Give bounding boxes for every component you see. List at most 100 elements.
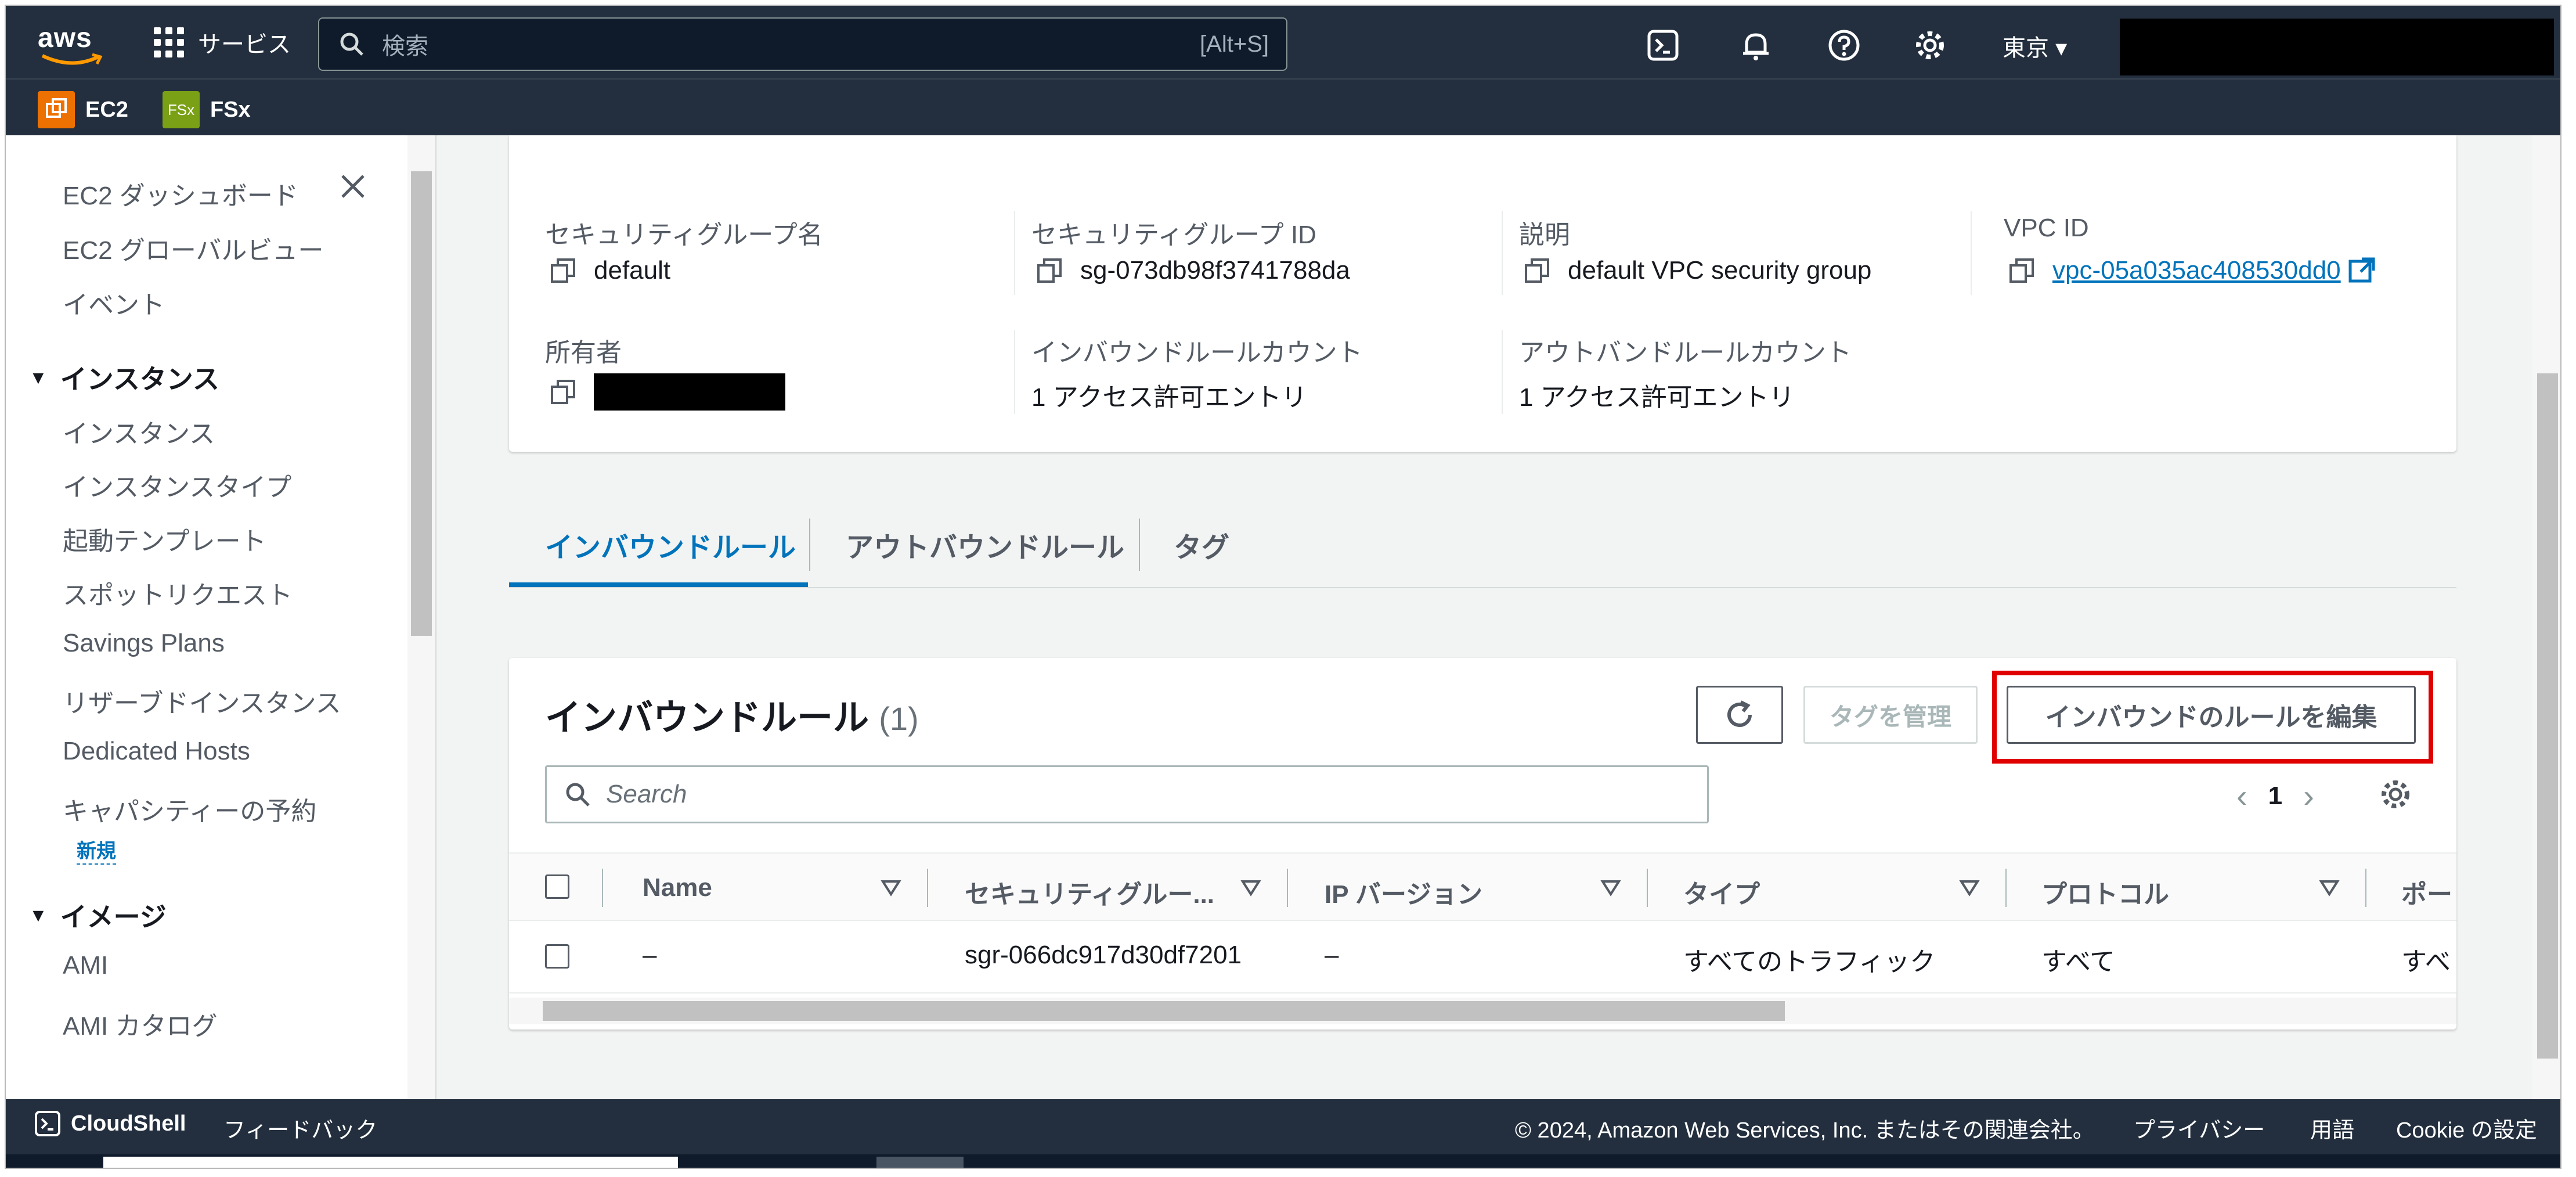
account-menu-redacted[interactable]: [2120, 19, 2554, 75]
sidebar-scrollbar[interactable]: [407, 135, 435, 1099]
manage-tags-button[interactable]: タグを管理: [1803, 686, 1978, 744]
new-badge: 新規: [77, 835, 116, 865]
sidebar-item-savings-plans[interactable]: Savings Plans: [63, 629, 225, 658]
sg-id-value: sg-073db98f3741788da: [1036, 256, 1350, 285]
inbound-rules-panel: インバウンドルール (1) タグを管理 インバウンドのルールを編集 Search: [509, 658, 2456, 1030]
console-footer: CloudShell フィードバック © 2024, Amazon Web Se…: [6, 1099, 2560, 1154]
region-selector[interactable]: 東京 ▾: [2003, 29, 2067, 63]
search-icon: [340, 33, 363, 56]
column-header-name[interactable]: Name: [643, 873, 712, 902]
terms-link[interactable]: 用語: [2310, 1112, 2354, 1144]
rules-count: (1): [879, 700, 919, 737]
tab-tags[interactable]: タグ: [1174, 524, 1229, 565]
aws-logo-text: aws: [38, 23, 92, 53]
description-label: 説明: [1519, 221, 1570, 249]
inbound-count-value: 1 アクセス許可エントリ: [1031, 383, 1307, 412]
sort-caret-icon[interactable]: [1240, 879, 1261, 897]
external-link-icon[interactable]: [2348, 257, 2376, 285]
close-icon[interactable]: [337, 170, 369, 203]
sidebar-section-images-label: イメージ: [60, 902, 167, 932]
chevron-right-icon[interactable]: ›: [2303, 777, 2314, 815]
caret-down-icon: ▼: [29, 904, 48, 926]
cookie-settings-link[interactable]: Cookie の設定: [2396, 1112, 2537, 1144]
aws-logo[interactable]: aws: [38, 22, 107, 69]
sidebar-section-instances-label: インスタンス: [60, 364, 219, 394]
settings-gear-icon[interactable]: [1913, 28, 1947, 63]
copy-icon[interactable]: [550, 379, 576, 405]
cloudshell-button[interactable]: CloudShell: [34, 1110, 186, 1138]
fsx-icon: FSx: [163, 91, 200, 128]
sidebar-item-events[interactable]: イベント: [63, 284, 165, 321]
row-checkbox[interactable]: [545, 944, 569, 969]
search-icon: [566, 783, 590, 807]
rules-search-placeholder: Search: [606, 780, 687, 808]
favorite-fsx[interactable]: FSx FSx: [163, 91, 251, 128]
vpc-id-link[interactable]: vpc-05a035ac408530dd0: [2052, 256, 2341, 285]
owner-value: [550, 373, 785, 411]
favorites-bar: EC2 FSx FSx: [6, 78, 2560, 135]
sidebar-section-images[interactable]: ▼ イメージ: [29, 896, 167, 934]
chevron-left-icon[interactable]: ‹: [2236, 777, 2247, 815]
tab-outbound-rules[interactable]: アウトバウンドルール: [846, 524, 1124, 565]
main-scrollbar[interactable]: [2532, 135, 2560, 1099]
sidebar-item-ami[interactable]: AMI: [63, 951, 108, 980]
tab-inbound-rules[interactable]: インバウンドルール: [545, 524, 796, 565]
favorite-fsx-label: FSx: [210, 97, 251, 122]
rules-search-input[interactable]: Search: [545, 765, 1709, 823]
inbound-count-label: インバウンドルールカウント: [1031, 339, 1363, 367]
sidebar-item-reserved-instances[interactable]: リザーブドインスタンス: [63, 682, 341, 719]
column-header-port[interactable]: ポー: [2401, 873, 2452, 910]
outbound-count-label: アウトバンドルールカウント: [1519, 339, 1852, 367]
feedback-link[interactable]: フィードバック: [223, 1112, 377, 1144]
grid-icon: [154, 27, 184, 57]
sidebar: EC2 ダッシュボード EC2 グローバルビュー イベント ▼ インスタンス イ…: [6, 135, 436, 1099]
sidebar-item-instance-types[interactable]: インスタンスタイプ: [63, 466, 291, 503]
sort-caret-icon[interactable]: [881, 879, 901, 897]
cloudshell-icon[interactable]: [1646, 28, 1680, 63]
refresh-button[interactable]: [1696, 686, 1783, 744]
caret-down-icon: ▼: [29, 366, 48, 388]
services-button[interactable]: サービス: [154, 22, 291, 63]
global-search-input[interactable]: 検索 [Alt+S]: [318, 17, 1287, 71]
rule-tabs: インバウンドルール アウトバウンドルール タグ: [509, 495, 2456, 588]
sidebar-item-ec2-dashboard[interactable]: EC2 ダッシュボード: [63, 175, 298, 212]
sort-caret-icon[interactable]: [2319, 879, 2340, 897]
sg-name-value: default: [550, 256, 670, 285]
taskbar-strip: [6, 1154, 2560, 1168]
sidebar-item-launch-templates[interactable]: 起動テンプレート: [63, 520, 266, 557]
privacy-link[interactable]: プライバシー: [2133, 1112, 2265, 1144]
column-header-security-group-rule[interactable]: セキュリティグルー...: [965, 873, 1214, 910]
sidebar-item-spot-requests[interactable]: スポットリクエスト: [63, 574, 293, 611]
inbound-rules-heading: インバウンドルール (1): [545, 698, 919, 738]
column-header-ip-version[interactable]: IP バージョン: [1325, 873, 1482, 910]
outbound-count-value: 1 アクセス許可エントリ: [1519, 383, 1795, 412]
table-settings-gear-icon[interactable]: [2378, 777, 2413, 812]
column-header-type[interactable]: タイプ: [1683, 873, 1760, 910]
sidebar-item-ec2-global-view[interactable]: EC2 グローバルビュー: [63, 229, 323, 267]
copy-icon[interactable]: [1524, 257, 1550, 284]
sort-caret-icon[interactable]: [1600, 879, 1621, 897]
refresh-icon: [1727, 700, 1752, 727]
sidebar-item-capacity-reservations[interactable]: キャパシティーの予約: [63, 790, 316, 827]
help-icon[interactable]: [1827, 28, 1861, 63]
copy-icon[interactable]: [550, 257, 576, 284]
favorite-ec2[interactable]: EC2: [38, 91, 128, 128]
sidebar-item-ami-catalog[interactable]: AMI カタログ: [63, 1005, 217, 1042]
table-horizontal-scrollbar[interactable]: [509, 998, 2456, 1024]
current-page[interactable]: 1: [2268, 782, 2282, 811]
cell-type: すべてのトラフィック: [1683, 948, 1936, 976]
copy-icon[interactable]: [2008, 257, 2035, 284]
cloudshell-icon: [35, 1111, 60, 1136]
bell-icon[interactable]: [1738, 28, 1773, 63]
table-row[interactable]: – sgr-066dc917d30df7201 – すべてのトラフィック すべて…: [509, 921, 2456, 994]
sidebar-section-instances[interactable]: ▼ インスタンス: [29, 358, 219, 397]
column-header-protocol[interactable]: プロトコル: [2041, 873, 2169, 910]
select-all-checkbox[interactable]: [545, 874, 569, 899]
sidebar-item-instances[interactable]: インスタンス: [63, 413, 215, 450]
owner-label: 所有者: [545, 339, 622, 367]
sidebar-item-dedicated-hosts[interactable]: Dedicated Hosts: [63, 737, 250, 766]
description-value: default VPC security group: [1524, 256, 1871, 285]
sort-caret-icon[interactable]: [1959, 879, 1980, 897]
cell-name: –: [643, 941, 657, 969]
copy-icon[interactable]: [1036, 257, 1063, 284]
